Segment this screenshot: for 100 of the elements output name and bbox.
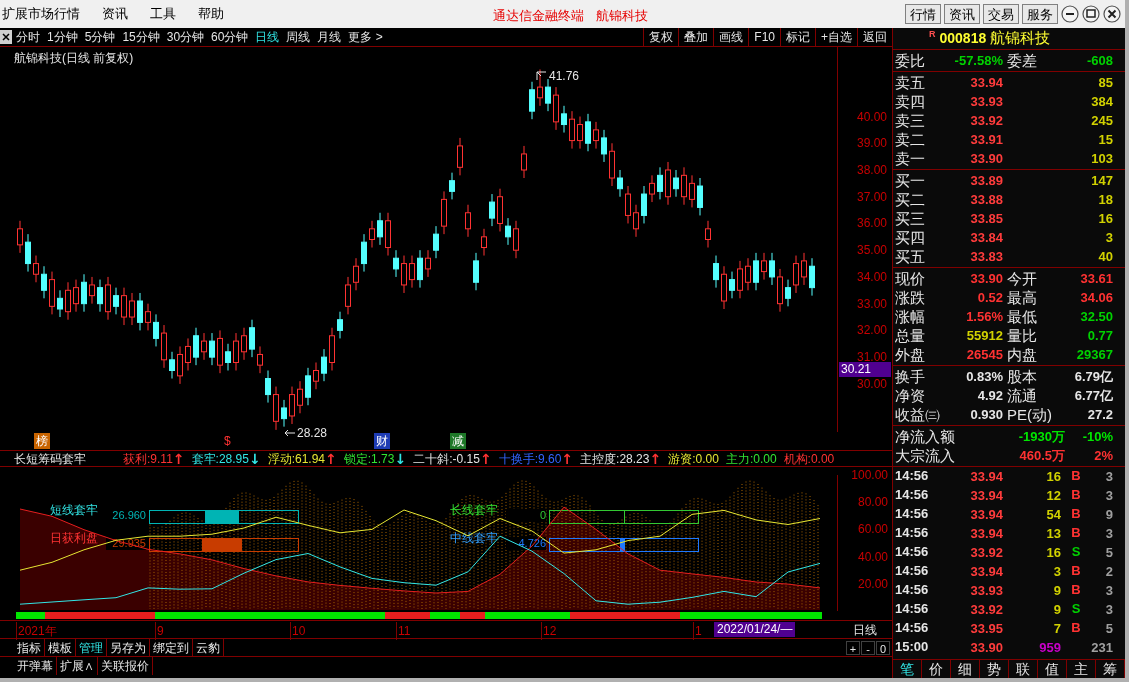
candlestick [65, 281, 71, 321]
zoom-button[interactable]: + [846, 640, 860, 655]
panel-tab[interactable]: 势 [980, 660, 1009, 678]
period-tab[interactable]: 15分钟 [122, 28, 160, 46]
period-tab[interactable]: 周线 [286, 28, 311, 46]
panel-tab[interactable]: 主 [1067, 660, 1096, 678]
candlestick [473, 252, 479, 291]
candlestick [81, 273, 87, 313]
gauge-label: 日获利盘 [50, 531, 99, 545]
bottom-tab[interactable]: 管理 [76, 639, 107, 656]
period-tab[interactable]: 分时 [16, 28, 40, 46]
toolbar-button[interactable]: 画线 [713, 28, 749, 46]
menu-item[interactable]: 工具 [150, 4, 176, 24]
order-price: 33.93 [969, 93, 1003, 111]
candlestick [313, 362, 319, 390]
order-price: 33.83 [969, 248, 1003, 266]
candlestick [233, 332, 239, 371]
panel-tab[interactable]: 联 [1009, 660, 1038, 678]
event-marker[interactable]: $ [222, 433, 233, 449]
tick-price: 33.93 [969, 582, 1003, 600]
candlestick [441, 190, 447, 235]
top-button[interactable]: 行情 [905, 4, 941, 24]
zoom-button[interactable]: 0 [876, 640, 890, 655]
tick-volume: 7 [1052, 620, 1061, 638]
trade-side: S [1070, 543, 1082, 561]
field-value: 0.77 [1086, 327, 1113, 345]
period-tab[interactable]: 日线 [255, 28, 280, 46]
tick-count: 3 [1104, 487, 1113, 505]
trade-side: B [1070, 524, 1082, 542]
top-button[interactable]: 交易 [983, 4, 1019, 24]
menu-item[interactable]: 资讯 [102, 4, 128, 24]
candlestick [145, 303, 151, 331]
event-marker[interactable]: 减 [450, 433, 466, 449]
candlestick [433, 225, 439, 259]
candlestick [569, 110, 575, 150]
maximize-icon[interactable] [1082, 5, 1100, 23]
indicator-axis-label: 60.00 [856, 521, 888, 538]
toolbar-button[interactable]: 返回 [857, 28, 892, 46]
date-axis-label: 11 [396, 622, 411, 640]
bottom-tab[interactable]: 模板 [45, 639, 76, 656]
bottom-button[interactable]: 开弹幕 [14, 657, 57, 675]
bottom-tab[interactable]: 指标 [14, 639, 45, 656]
trend-arrow: ↑ [325, 451, 337, 466]
field-value: 32.50 [1079, 308, 1113, 326]
panel-tab[interactable]: 价 [922, 660, 951, 678]
candlestick [713, 255, 719, 289]
period-tab[interactable]: 30分钟 [166, 28, 205, 46]
toolbar-button[interactable]: 标记 [780, 28, 815, 46]
indicator-axis-label: 80.00 [856, 494, 888, 511]
candlestick [729, 271, 735, 299]
trade-side: B [1070, 505, 1082, 523]
panel-tab[interactable]: 值 [1038, 660, 1067, 678]
order-volume: 103 [1090, 150, 1113, 168]
tick-time: 14:56 [895, 581, 930, 599]
close-chart-button[interactable] [0, 30, 12, 44]
field-value: 33.90 [969, 270, 1003, 288]
toolbar-button[interactable]: 复权 [643, 28, 679, 46]
minimize-icon[interactable] [1061, 5, 1079, 23]
event-marker[interactable]: 财 [374, 433, 390, 449]
bottom-button[interactable]: 扩展∧ [57, 657, 98, 675]
event-marker[interactable]: 榜 [34, 433, 50, 449]
flow-percent: 2% [1093, 447, 1113, 465]
bottom-button[interactable]: 关联报价 [98, 657, 153, 675]
candlestick [617, 169, 623, 198]
field-label: 收益㈢ [895, 405, 941, 424]
toolbar-button[interactable]: F10 [748, 28, 780, 46]
menu-item[interactable]: 扩展市场行情 [2, 4, 80, 24]
period-tab[interactable]: 60分钟 [211, 28, 249, 46]
bottom-tab[interactable]: 云豹 [193, 639, 224, 656]
order-volume: 245 [1090, 112, 1113, 130]
candlestick [265, 370, 271, 404]
period-tab[interactable]: 月线 [317, 28, 342, 46]
candlestick [593, 121, 599, 150]
zoom-button[interactable]: - [861, 640, 875, 655]
close-icon[interactable] [1103, 5, 1121, 23]
panel-tab[interactable]: 筹 [1096, 660, 1125, 678]
toolbar-button[interactable]: 叠加 [678, 28, 714, 46]
gauge-label: 中线套牢 [450, 531, 499, 545]
toolbar-button[interactable]: +自选 [815, 28, 857, 46]
period-tab[interactable]: 5分钟 [84, 28, 116, 46]
field-label: 买五 [895, 247, 926, 266]
tick-time: 15:00 [895, 638, 930, 656]
trend-arrow: ↑ [649, 451, 662, 466]
candlestick [249, 319, 255, 358]
bottom-tab[interactable]: 绑定到 [150, 639, 193, 656]
top-button[interactable]: 服务 [1022, 4, 1058, 24]
panel-tab[interactable]: 细 [951, 660, 980, 678]
candlestick [361, 233, 367, 273]
field-label: 卖二 [895, 130, 926, 149]
tick-volume: 54 [1045, 506, 1061, 524]
menu-item[interactable]: 帮助 [198, 4, 224, 24]
period-tab[interactable]: 更多 > [348, 28, 383, 46]
period-tab[interactable]: 1分钟 [47, 28, 78, 46]
panel-tab[interactable]: 笔 [893, 660, 922, 678]
trend-arrow: ↑ [561, 451, 574, 466]
bottom-tab[interactable]: 另存为 [107, 639, 150, 656]
top-button[interactable]: 资讯 [944, 4, 980, 24]
tick-count: 3 [1104, 468, 1113, 486]
order-price: 33.90 [969, 150, 1003, 168]
candlestick [281, 399, 287, 428]
